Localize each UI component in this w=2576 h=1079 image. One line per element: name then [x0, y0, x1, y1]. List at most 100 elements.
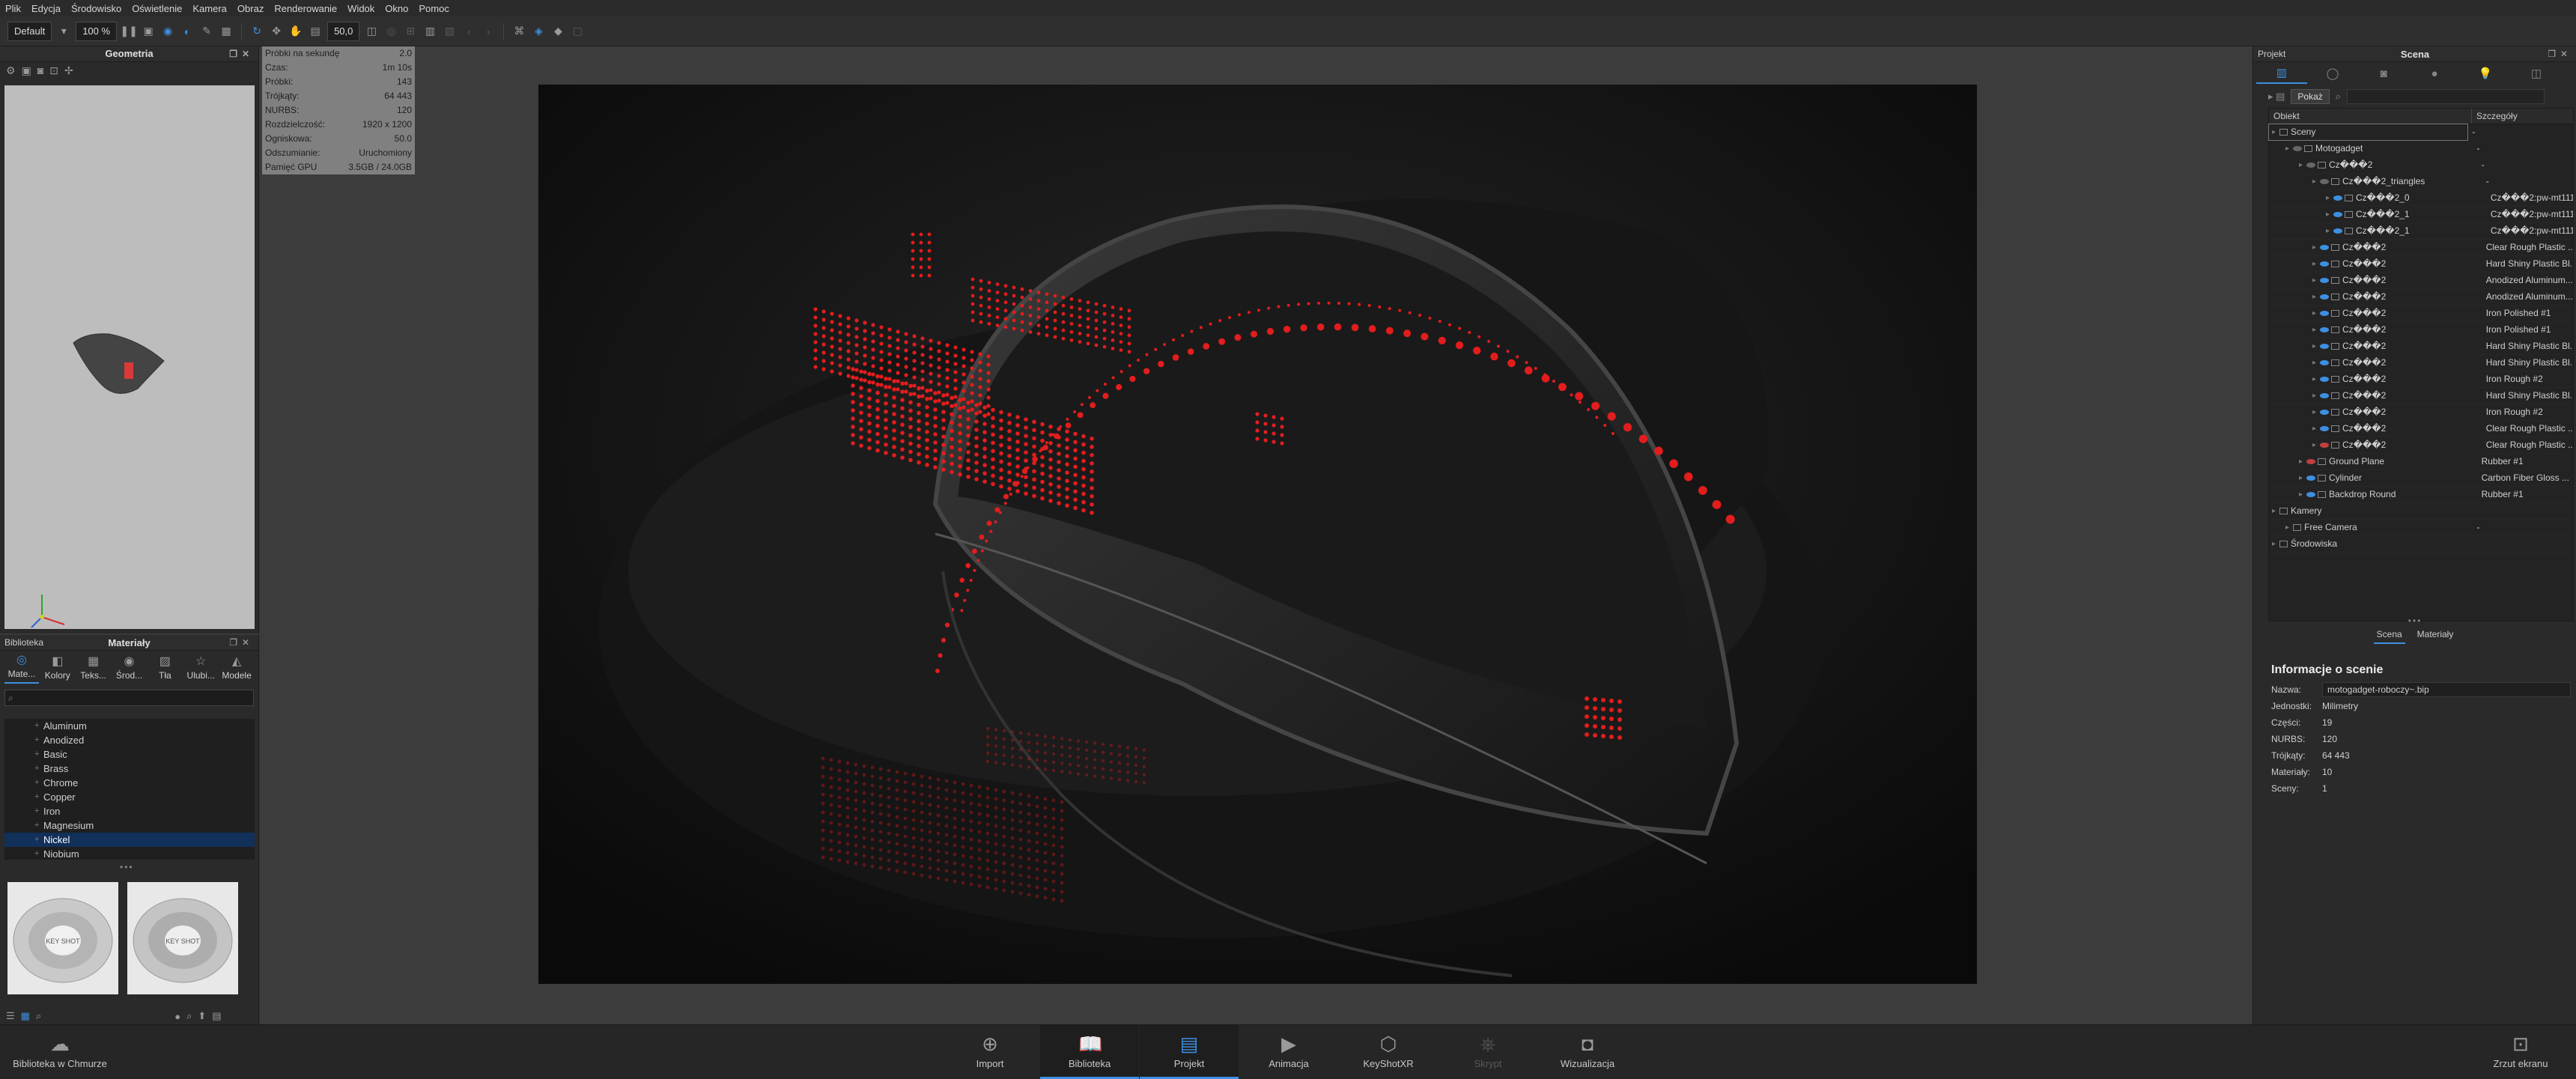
tab-colors[interactable]: ◧ Kolory [40, 654, 75, 684]
tree-row[interactable]: ▸ Cz���2 Iron Rough #2 [2269, 371, 2573, 388]
expand-icon[interactable]: ▸ [2299, 157, 2306, 173]
expand-icon[interactable]: ▸ [2272, 536, 2279, 552]
visibility-eye-icon[interactable] [2306, 459, 2315, 465]
script-button[interactable]: ⎈ Skrypt [1439, 1025, 1537, 1079]
tree-row[interactable]: ▸ Cz���2 Iron Polished #1 [2269, 306, 2573, 322]
tree-row-object[interactable]: ▸ Cz���2 [2269, 355, 2482, 371]
studio-icon[interactable]: ▧ [442, 24, 457, 39]
tree-row-detail[interactable]: - [2472, 520, 2573, 535]
visibility-eye-icon[interactable] [2320, 377, 2329, 383]
grid-view-icon[interactable]: ▦ [21, 1010, 30, 1022]
render-button[interactable]: ◘ Wizualizacja [1538, 1025, 1637, 1079]
menu-edit[interactable]: Edycja [26, 3, 66, 14]
tree-row[interactable]: ▸ Cz���2 Hard Shiny Plastic Bl... [2269, 355, 2573, 371]
list-item[interactable]: Aluminum [4, 719, 255, 733]
scene-tools-icon[interactable]: ▸ ▤ [2268, 91, 2285, 103]
tree-row-object[interactable]: ▸ Cz���2 [2269, 404, 2482, 420]
library-button[interactable]: 📖 Biblioteka [1040, 1025, 1139, 1079]
render-mode-icon[interactable]: ◉ [160, 24, 175, 39]
expand-icon[interactable]: ▸ [2285, 141, 2293, 156]
tree-row-object[interactable]: ▸ Kamery [2269, 503, 2467, 519]
tree-row-object[interactable]: ▸ Cylinder [2269, 470, 2477, 486]
menu-environment[interactable]: Środowisko [66, 3, 127, 14]
tree-row-object[interactable]: ▸ Cz���2_1 [2269, 223, 2486, 239]
tree-row-detail[interactable]: Hard Shiny Plastic Bl... [2482, 338, 2573, 354]
tree-row-detail[interactable]: Hard Shiny Plastic Bl... [2482, 355, 2573, 371]
upload-icon[interactable]: ⬆ [198, 1010, 206, 1022]
expand-icon[interactable]: ▸ [2272, 124, 2279, 140]
tree-row-object[interactable]: ▸ Backdrop Round [2269, 487, 2477, 502]
tab-materials[interactable]: ◎ Mate... [4, 652, 39, 684]
undo-icon[interactable]: ‹ [461, 24, 476, 39]
refresh-icon[interactable]: ↻ [249, 24, 264, 39]
expand-icon[interactable]: ▸ [2312, 388, 2320, 404]
scene-search-input[interactable] [2347, 89, 2545, 104]
visibility-eye-icon[interactable] [2320, 261, 2329, 267]
move-icon[interactable]: ✥ [269, 24, 284, 39]
tree-row-object[interactable]: ▸ Cz���2 [2269, 289, 2482, 305]
tree-row-detail[interactable]: Carbon Fiber Gloss ... [2477, 470, 2573, 486]
animation-button[interactable]: ▶ Animacja [1239, 1025, 1338, 1079]
pause-icon[interactable]: ❚❚ [120, 24, 137, 39]
expand-icon[interactable]: ▸ [2285, 520, 2293, 535]
tree-row[interactable]: ▸ Sceny - [2267, 124, 2573, 141]
expand-icon[interactable]: ▸ [2312, 355, 2320, 371]
geometry-viewport[interactable] [4, 85, 255, 629]
visibility-eye-icon[interactable] [2320, 393, 2329, 399]
tree-row[interactable]: ▸ Cz���2_triangles - [2269, 174, 2573, 190]
visibility-eye-icon[interactable] [2306, 492, 2315, 498]
tab-environment-icon[interactable]: ● [2409, 64, 2460, 83]
panel-controls-icon[interactable]: ❐✕ [2548, 49, 2572, 59]
tab-scene[interactable]: Scena [2373, 629, 2405, 644]
tree-row-detail[interactable]: Clear Rough Plastic ... [2482, 240, 2573, 255]
visibility-eye-icon[interactable] [2320, 327, 2329, 333]
folder-icon[interactable]: ▤ [212, 1010, 221, 1022]
tree-row-detail[interactable]: Hard Shiny Plastic Bl... [2482, 388, 2573, 404]
lock-icon[interactable]: ▢ [570, 24, 585, 39]
library-search[interactable]: ⌕ [4, 690, 254, 706]
expand-icon[interactable]: ▸ [2312, 256, 2320, 272]
show-button[interactable]: Pokaż [2291, 89, 2330, 104]
tree-row[interactable]: ▸ Cz���2 Clear Rough Plastic ... [2269, 437, 2573, 454]
menu-camera[interactable]: Kamera [187, 3, 232, 14]
tab-scene-icon[interactable]: ▥ [2256, 63, 2307, 84]
visibility-eye-icon[interactable] [2320, 426, 2329, 432]
tree-row-detail[interactable] [2467, 536, 2573, 552]
list-item[interactable]: Copper [4, 790, 255, 804]
tree-row[interactable]: ▸ Cylinder Carbon Fiber Gloss ... [2269, 470, 2573, 487]
menu-view[interactable]: Widok [342, 3, 380, 14]
tree-row[interactable]: ▸ Free Camera - [2269, 520, 2573, 536]
expand-icon[interactable]: ▸ [2326, 207, 2333, 222]
tree-row-detail[interactable]: Anodized Aluminum... [2482, 289, 2573, 305]
workspace-select[interactable]: Default [7, 21, 52, 41]
tool-icon[interactable]: ✎ [199, 24, 214, 39]
tab-favorites[interactable]: ☆ Ulubi... [183, 654, 218, 684]
expand-icon[interactable]: ▸ [2326, 190, 2333, 206]
tab-models[interactable]: ◭ Modele [219, 654, 254, 684]
tree-row[interactable]: ▸ Ground Plane Rubber #1 [2269, 454, 2573, 470]
visibility-eye-icon[interactable] [2320, 179, 2329, 185]
visibility-eye-icon[interactable] [2320, 344, 2329, 350]
tree-row[interactable]: ▸ Kamery [2269, 503, 2573, 520]
resize-handle-icon[interactable]: ••• [120, 862, 134, 872]
tree-row-detail[interactable]: - [2482, 174, 2573, 189]
tree-row-detail[interactable]: Iron Polished #1 [2482, 322, 2573, 338]
tree-row-detail[interactable]: Anodized Aluminum... [2482, 273, 2573, 288]
tree-row-object[interactable]: ▸ Cz���2 [2269, 322, 2482, 338]
tree-row-detail[interactable]: - [2467, 124, 2573, 140]
tree-row[interactable]: ▸ Cz���2 Hard Shiny Plastic Bl... [2269, 256, 2573, 273]
tree-row-object[interactable]: ▸ Cz���2 [2269, 273, 2482, 288]
list-item[interactable]: Magnesium [4, 818, 255, 833]
list-item[interactable]: Anodized [4, 733, 255, 747]
visibility-eye-icon[interactable] [2333, 195, 2342, 201]
list-item[interactable]: Iron [4, 804, 255, 818]
material-thumbnail[interactable]: KEY SHOT [7, 882, 118, 994]
tree-row[interactable]: ▸ Cz���2 Hard Shiny Plastic Bl... [2269, 388, 2573, 404]
list-item[interactable]: Basic [4, 747, 255, 762]
region-icon[interactable]: ▦ [219, 24, 234, 39]
tree-row-object[interactable]: ▸ Cz���2 [2269, 437, 2482, 453]
tab-environments[interactable]: ◉ Środ... [112, 654, 147, 684]
visibility-eye-icon[interactable] [2320, 410, 2329, 416]
expand-icon[interactable]: ▸ [2312, 371, 2320, 387]
frame-icon[interactable]: ▣ [22, 64, 31, 77]
